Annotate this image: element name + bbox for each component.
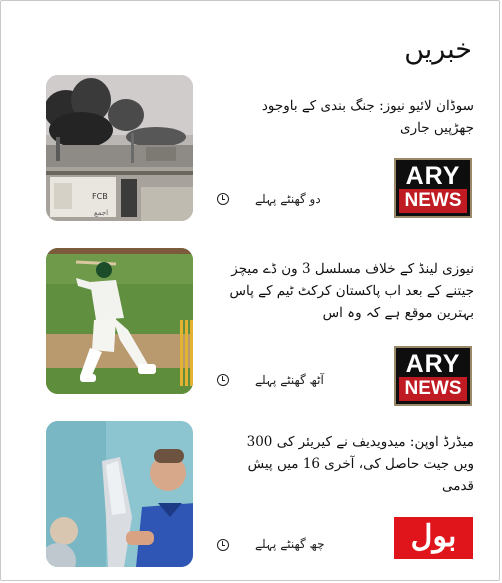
headline[interactable]: میڈرڈ اوپن: میدویدیف نے کیریئر کی 300 وی… <box>224 431 474 497</box>
ary-logo-text: ARY <box>405 162 461 190</box>
news-logo-text: NEWS <box>399 377 467 401</box>
thumb-sign-urdu: اجمع <box>94 209 108 217</box>
timestamp: دو گھنٹے پہلے <box>255 192 321 206</box>
ary-logo-text: ARY <box>405 350 461 378</box>
thumbnail-medvedev[interactable] <box>46 421 193 567</box>
thumbnail-cricket[interactable] <box>46 248 193 394</box>
ary-news-logo: ARY NEWS <box>394 158 472 218</box>
timestamp: آٹھ گھنٹے پہلے <box>255 373 324 387</box>
clock-icon <box>217 193 229 205</box>
clock-icon <box>217 539 229 551</box>
page-title: خبریں <box>404 34 472 65</box>
news-item-sudan[interactable]: FCB اجمع سوڈان لائیو نیوز: جنگ بندی کے ب… <box>0 75 502 225</box>
headline[interactable]: سوڈان لائیو نیوز: جنگ بندی کے باوجود جھڑ… <box>224 95 474 139</box>
news-item-madrid-open[interactable]: میڈرڈ اوپن: میدویدیف نے کیریئر کی 300 وی… <box>0 421 502 571</box>
thumb-sign-fcb: FCB <box>92 192 108 201</box>
headline[interactable]: نیوزی لینڈ کے خلاف مسلسل 3 ون ڈے میچز جی… <box>224 258 474 324</box>
news-logo-text: NEWS <box>399 189 467 213</box>
thumbnail-sudan-smoke[interactable]: FCB اجمع <box>46 75 193 221</box>
bol-news-logo: بول <box>394 517 473 559</box>
timestamp: چھ گھنٹے پہلے <box>255 537 325 551</box>
ary-news-logo: ARY NEWS <box>394 346 472 406</box>
news-item-cricket[interactable]: نیوزی لینڈ کے خلاف مسلسل 3 ون ڈے میچز جی… <box>0 248 502 406</box>
clock-icon <box>217 374 229 386</box>
